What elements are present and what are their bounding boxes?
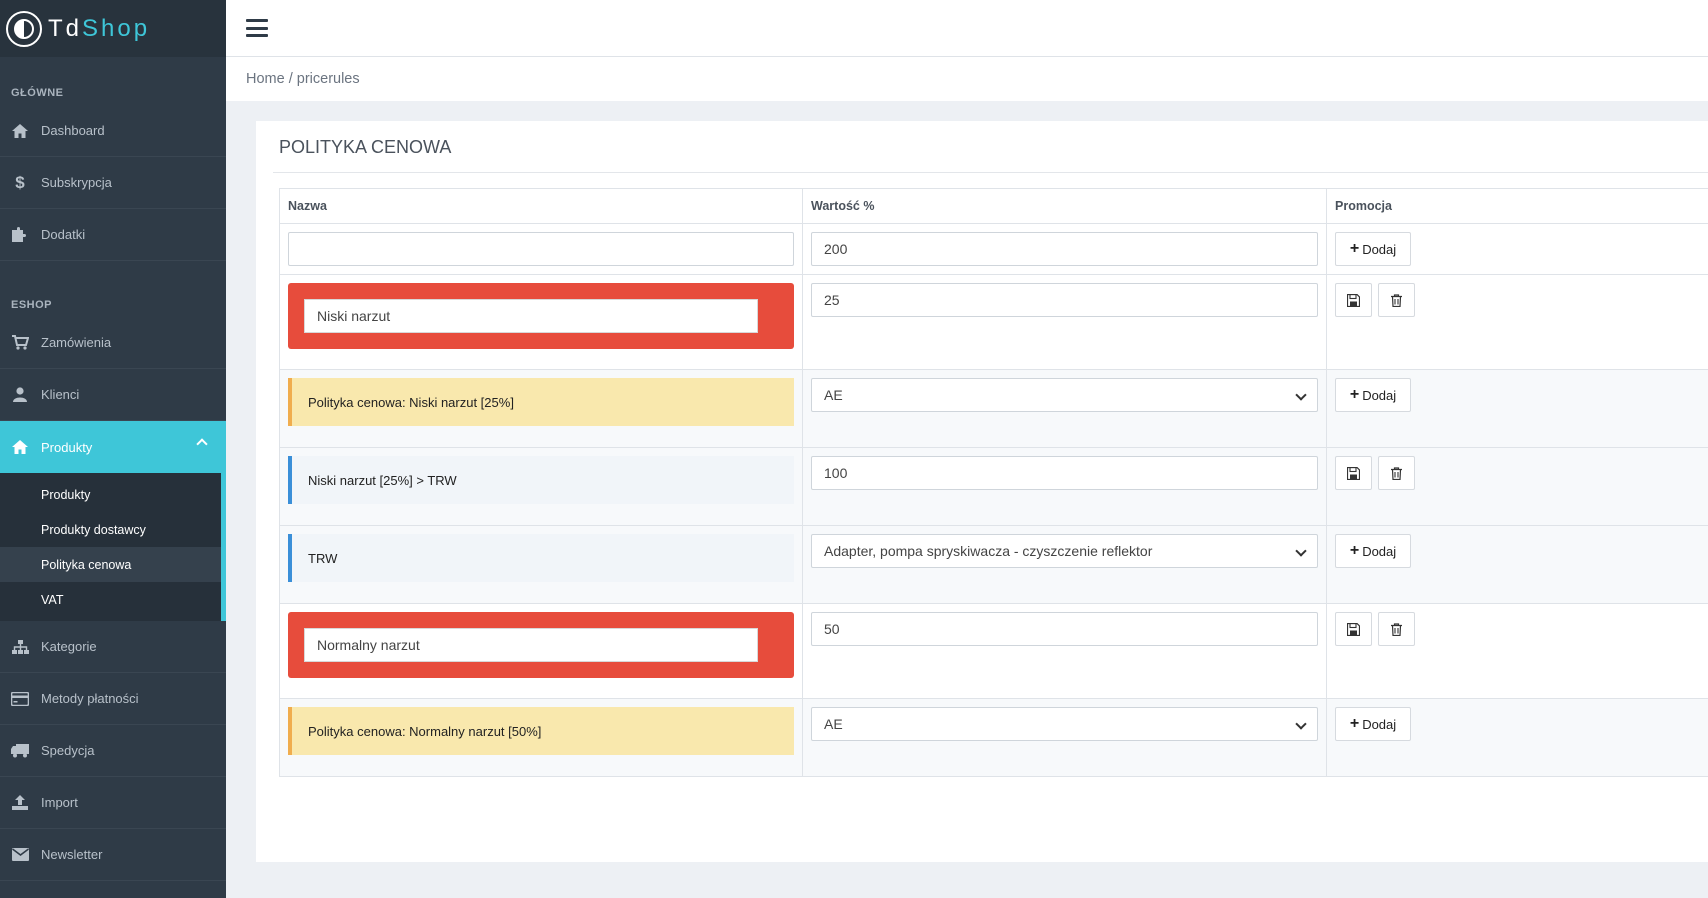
column-header-wartosc: Wartość %: [802, 188, 1327, 224]
sidebar-subitem-produkty-dostawcy[interactable]: Produkty dostawcy: [0, 512, 221, 547]
sidebar-item-label: Kategorie: [41, 639, 97, 654]
sidebar-item-label: Subskrypcja: [41, 175, 112, 190]
rule-select[interactable]: AE: [811, 378, 1318, 412]
brand-name: TdShop: [48, 14, 151, 42]
sidebar-item-label: Klienci: [41, 387, 80, 402]
rule-info-box: Polityka cenowa: Normalny narzut [50%]: [288, 707, 794, 755]
sidebar-submenu: Produkty Produkty dostawcy Polityka ceno…: [0, 473, 226, 621]
rule-name-box: Normalny narzut: [288, 612, 794, 678]
home-icon: [11, 123, 29, 139]
plus-icon: +: [1349, 542, 1360, 559]
user-icon: [11, 387, 29, 403]
plus-icon: +: [1349, 240, 1360, 257]
add-button[interactable]: + Dodaj: [1335, 232, 1411, 266]
save-icon: [1347, 293, 1360, 307]
sidebar-item-dodatki[interactable]: Dodatki: [0, 209, 226, 261]
sidebar-item-label: Newsletter: [41, 847, 103, 862]
rule-info-box: Polityka cenowa: Niski narzut [25%]: [288, 378, 794, 426]
sidebar-item-dashboard[interactable]: Dashboard: [0, 105, 226, 157]
rule-select[interactable]: Adapter, pompa spryskiwacza - czyszczeni…: [811, 534, 1318, 568]
table-row: Polityka cenowa: Normalny narzut [50%] A…: [279, 698, 1708, 777]
puzzle-icon: [11, 227, 29, 243]
delete-button[interactable]: [1378, 456, 1415, 490]
sidebar-item-label: Metody płatności: [41, 691, 139, 706]
save-button[interactable]: [1335, 456, 1372, 490]
sidebar-item-label: Spedycja: [41, 743, 95, 758]
section-label-eshop: ESHOP: [11, 299, 53, 311]
sidebar-subitem-vat[interactable]: VAT: [0, 582, 221, 617]
rule-name-input[interactable]: Niski narzut: [304, 299, 758, 333]
rule-info-box: TRW: [288, 534, 794, 582]
rule-name-input[interactable]: Normalny narzut: [304, 628, 758, 662]
delete-button[interactable]: [1378, 612, 1415, 646]
sidebar-subitem-polityka-cenowa[interactable]: Polityka cenowa: [0, 547, 221, 582]
truck-icon: [11, 743, 29, 759]
new-value-input[interactable]: 200: [811, 232, 1318, 266]
brand-logo-icon: [6, 10, 42, 47]
sidebar-item-produkty[interactable]: Produkty: [0, 421, 226, 473]
add-button[interactable]: + Dodaj: [1335, 378, 1411, 412]
save-button[interactable]: [1335, 612, 1372, 646]
trash-icon: [1391, 293, 1402, 307]
credit-card-icon: [11, 691, 29, 707]
section-label-main: GŁÓWNE: [11, 87, 64, 99]
sidebar-item-spedycja[interactable]: Spedycja: [0, 725, 226, 777]
add-button[interactable]: + Dodaj: [1335, 534, 1411, 568]
table-row: Niski narzut 25: [279, 274, 1708, 370]
upload-icon: [11, 795, 29, 811]
sidebar-item-label: Produkty: [41, 439, 93, 455]
sidebar-subitem-produkty[interactable]: Produkty: [0, 477, 221, 512]
sidebar-item-kategorie[interactable]: Kategorie: [0, 621, 226, 673]
table-row: Niski narzut [25%] > TRW 100: [279, 447, 1708, 526]
chevron-up-icon: [196, 438, 208, 450]
envelope-icon: [11, 847, 29, 863]
save-icon: [1347, 466, 1360, 480]
dollar-icon: $: [15, 172, 25, 192]
sidebar-item-label: Dashboard: [41, 123, 105, 138]
delete-button[interactable]: [1378, 283, 1415, 317]
table-row: Polityka cenowa: Niski narzut [25%] AE +…: [279, 369, 1708, 448]
sidebar-item-klienci[interactable]: Klienci: [0, 369, 226, 421]
rule-value-input[interactable]: 100: [811, 456, 1318, 490]
trash-icon: [1391, 466, 1402, 480]
sidebar-item-label: Dodatki: [41, 227, 86, 242]
brand[interactable]: TdShop: [0, 0, 226, 57]
sitemap-icon: [11, 639, 29, 655]
rule-value-input[interactable]: 50: [811, 612, 1318, 646]
plus-icon: +: [1349, 386, 1360, 403]
rule-info-box: Niski narzut [25%] > TRW: [288, 456, 794, 504]
sidebar-item-label: Import: [41, 795, 78, 810]
cart-icon: [11, 335, 29, 351]
trash-icon: [1391, 622, 1402, 636]
rule-select[interactable]: AE: [811, 707, 1318, 741]
home-icon: [11, 439, 29, 455]
price-rules-card: POLITYKA CENOWA Nazwa Wartość % Promocja…: [256, 121, 1708, 862]
rule-name-box: Niski narzut: [288, 283, 794, 349]
price-rules-table: Nazwa Wartość % Promocja 200 + Dodaj Nisk…: [279, 188, 1708, 777]
sidebar: TdShop GŁÓWNE Dashboard $ Subskrypcja Do…: [0, 0, 226, 898]
save-icon: [1347, 622, 1360, 636]
column-header-promocja: Promocja: [1326, 188, 1708, 224]
column-header-nazwa: Nazwa: [279, 188, 803, 224]
sidebar-item-subskrypcja[interactable]: $ Subskrypcja: [0, 157, 226, 209]
new-name-input[interactable]: [288, 232, 794, 266]
sidebar-item-newsletter[interactable]: Newsletter: [0, 829, 226, 881]
add-button[interactable]: + Dodaj: [1335, 707, 1411, 741]
table-row: TRW Adapter, pompa spryskiwacza - czyszc…: [279, 525, 1708, 604]
breadcrumb: Home / pricerules: [226, 57, 1708, 101]
hamburger-menu-icon[interactable]: [246, 19, 268, 37]
page-title: POLITYKA CENOWA: [273, 121, 1708, 173]
sidebar-item-metody-platnosci[interactable]: Metody płatności: [0, 673, 226, 725]
topbar: [226, 0, 1708, 57]
sidebar-item-label: Zamówienia: [41, 335, 112, 350]
save-button[interactable]: [1335, 283, 1372, 317]
table-row: Normalny narzut 50: [279, 603, 1708, 699]
sidebar-item-zamowienia[interactable]: Zamówienia: [0, 317, 226, 369]
rule-value-input[interactable]: 25: [811, 283, 1318, 317]
plus-icon: +: [1349, 715, 1360, 732]
sidebar-item-import[interactable]: Import: [0, 777, 226, 829]
table-row-new: 200 + Dodaj: [279, 223, 1708, 275]
